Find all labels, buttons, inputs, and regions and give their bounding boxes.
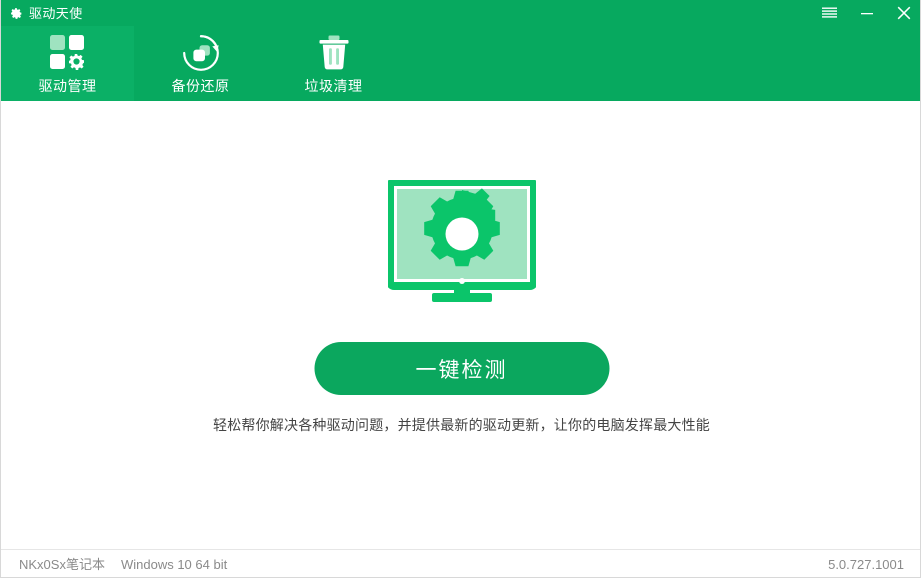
device-name: NKx0Sx笔记本 [19, 557, 105, 572]
tagline-text: 轻松帮你解决各种驱动问题，并提供最新的驱动更新，让你的电脑发挥最大性能 [213, 417, 710, 433]
trash-clean-icon [312, 32, 356, 74]
header-bar: 驱动天使 驱动管理 备份还原 垃圾清理 [1, 0, 920, 101]
tab-label-driver-manage: 驱动管理 [38, 78, 97, 94]
app-title: 驱动天使 [29, 5, 83, 21]
close-icon[interactable] [885, 0, 920, 26]
driver-manage-icon [46, 32, 90, 74]
title-bar: 驱动天使 [1, 0, 920, 26]
os-name: Windows 10 64 bit [120, 557, 228, 572]
tab-driver-manage[interactable]: 驱动管理 [1, 26, 134, 101]
status-bar-left: NKx0Sx笔记本 Windows 10 64 bit [19, 556, 227, 573]
tab-backup-restore[interactable]: 备份还原 [134, 26, 267, 101]
gear-icon [10, 7, 23, 20]
backup-restore-icon [179, 32, 223, 74]
tab-trash-clean[interactable]: 垃圾清理 [267, 26, 400, 101]
app-window: 驱动天使 驱动管理 备份还原 垃圾清理 一键检测 轻松帮你解决各种驱动问题，并提… [0, 0, 921, 578]
scan-button[interactable]: 一键检测 [314, 342, 609, 395]
menu-icon[interactable] [811, 0, 848, 26]
app-identity: 驱动天使 [10, 4, 83, 22]
status-bar: NKx0Sx笔记本 Windows 10 64 bit 5.0.727.1001 [1, 549, 920, 577]
monitor-gear-icon [385, 178, 538, 304]
main-content: 一键检测 轻松帮你解决各种驱动问题，并提供最新的驱动更新，让你的电脑发挥最大性能 [1, 101, 920, 549]
minimize-icon[interactable] [848, 0, 885, 26]
app-version: 5.0.727.1001 [828, 557, 904, 572]
window-controls [811, 0, 920, 26]
tab-label-backup-restore: 备份还原 [171, 78, 230, 94]
main-nav-tabs: 驱动管理 备份还原 垃圾清理 [1, 26, 400, 101]
tab-label-trash-clean: 垃圾清理 [304, 78, 363, 94]
